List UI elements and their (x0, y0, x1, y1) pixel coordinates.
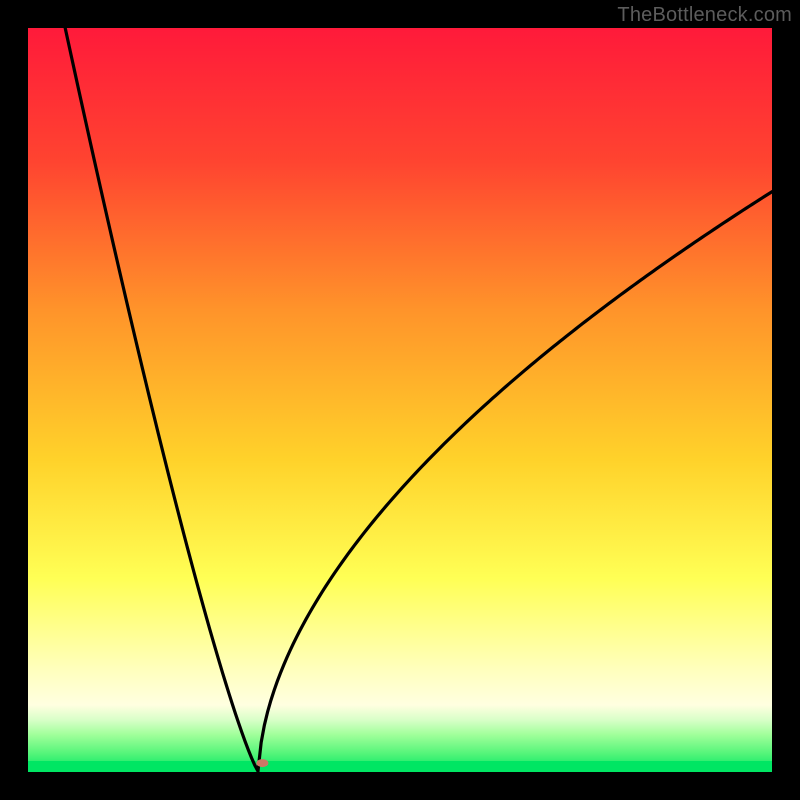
bottleneck-chart (28, 28, 772, 772)
bottom-green-strip (28, 761, 772, 772)
gradient-background (28, 28, 772, 772)
minimum-marker (256, 759, 268, 767)
chart-frame (28, 28, 772, 772)
watermark-text: TheBottleneck.com (617, 4, 792, 27)
